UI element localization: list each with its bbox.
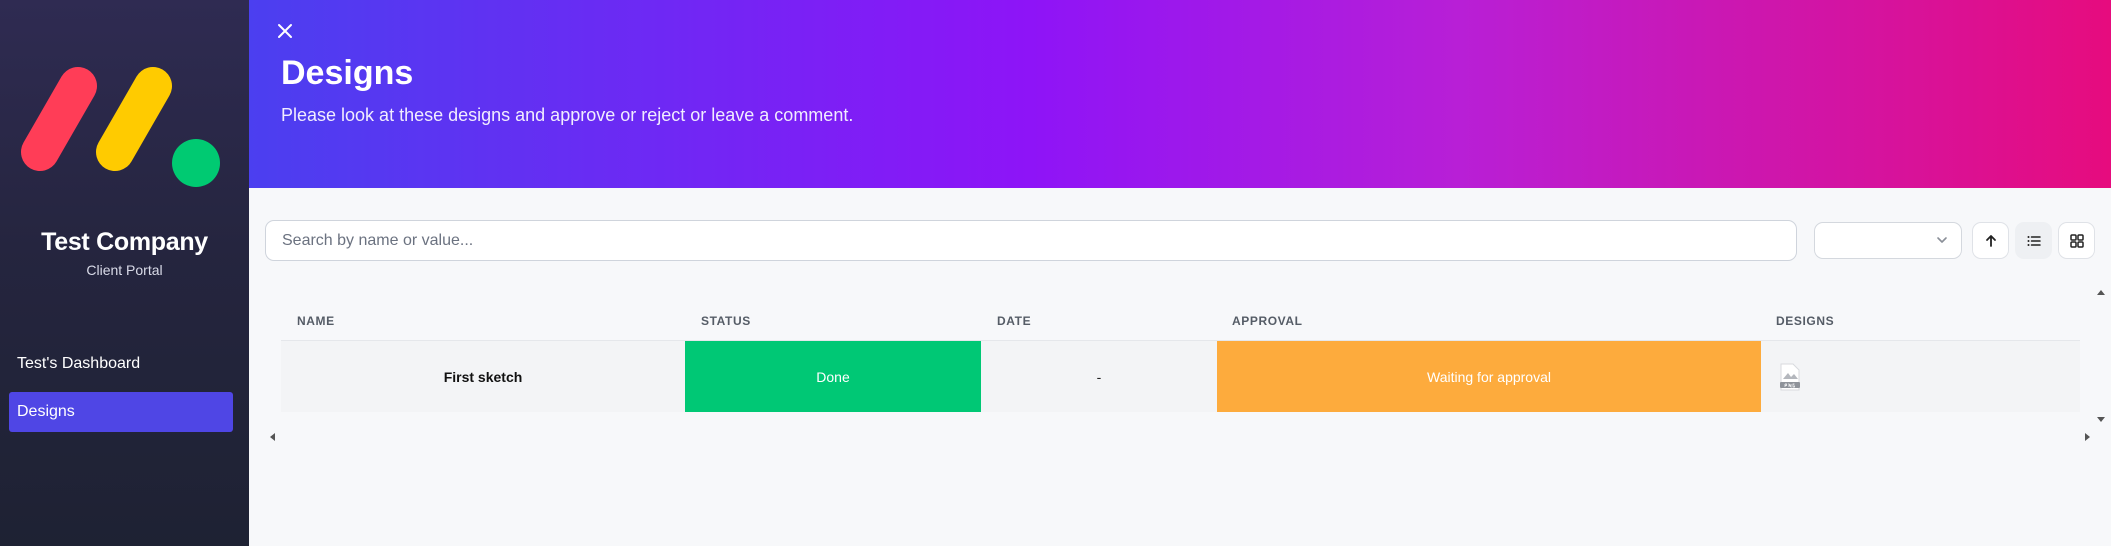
scroll-up-arrow[interactable]	[2097, 290, 2105, 295]
status-label: Done	[816, 368, 850, 385]
close-icon	[278, 24, 292, 38]
close-button[interactable]	[273, 19, 297, 43]
sort-direction-button[interactable]	[1972, 222, 2009, 259]
list-view-icon	[2027, 236, 2041, 246]
sidebar-item-label: Designs	[17, 403, 75, 420]
company-name: Test Company	[41, 228, 208, 256]
date-value: -	[1096, 368, 1102, 385]
grid-view-icon	[2070, 234, 2084, 248]
grid-view-button[interactable]	[2058, 222, 2095, 259]
page-subtitle: Please look at these designs and approve…	[281, 105, 854, 125]
chevron-down-icon	[1937, 237, 1947, 243]
search-input[interactable]	[265, 220, 1797, 261]
designs-table: NAME STATUS DATE APPROVAL DESIGNS First …	[265, 284, 2097, 444]
column-header-status[interactable]: STATUS	[701, 314, 751, 328]
sidebar-item-label: Test's Dashboard	[17, 355, 141, 372]
row-status-cell[interactable]: Done	[685, 341, 981, 412]
png-file-icon[interactable]	[1778, 362, 1802, 392]
column-header-date[interactable]: DATE	[997, 314, 1031, 328]
page-header: Designs Please look at these designs and…	[249, 0, 2111, 188]
sidebar-item-dashboard[interactable]: Test's Dashboard	[9, 344, 233, 384]
sidebar-item-designs[interactable]: Designs	[9, 392, 233, 432]
row-approval-cell[interactable]: Waiting for approval	[1217, 341, 1761, 412]
row-designs-cell[interactable]	[1761, 341, 2080, 412]
column-header-name[interactable]: NAME	[297, 314, 335, 328]
column-header-designs[interactable]: DESIGNS	[1776, 314, 1834, 328]
arrow-up-icon	[1986, 235, 1996, 247]
row-name: First sketch	[443, 368, 523, 385]
row-date-cell[interactable]: -	[981, 341, 1217, 412]
scroll-down-arrow[interactable]	[2097, 417, 2105, 422]
company-logo	[21, 67, 220, 187]
scroll-left-arrow[interactable]	[270, 433, 275, 441]
list-view-button[interactable]	[2015, 222, 2052, 259]
approval-label: Waiting for approval	[1427, 368, 1551, 385]
sort-select[interactable]	[1814, 222, 1962, 259]
scroll-right-arrow[interactable]	[2085, 433, 2090, 441]
row-name-cell[interactable]: First sketch	[281, 341, 685, 412]
company-subtitle: Client Portal	[86, 262, 163, 278]
sidebar: Test Company Client Portal Test's Dashbo…	[0, 0, 249, 546]
page-title: Designs	[281, 54, 414, 92]
column-header-approval[interactable]: APPROVAL	[1232, 314, 1303, 328]
